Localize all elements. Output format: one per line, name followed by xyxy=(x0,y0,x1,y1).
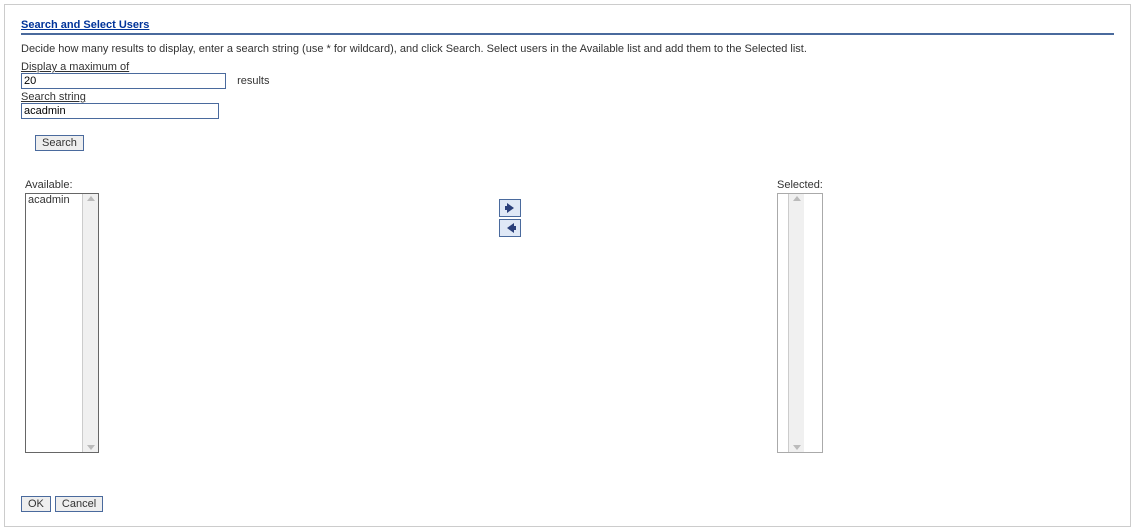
arrow-left-icon xyxy=(507,223,514,233)
scrollbar[interactable] xyxy=(82,194,98,452)
page-title: Search and Select Users xyxy=(21,19,1114,31)
cancel-button[interactable]: Cancel xyxy=(55,496,103,512)
search-button[interactable]: Search xyxy=(35,135,84,151)
search-string-label: Search string xyxy=(21,91,1114,103)
max-results-input[interactable] xyxy=(21,73,226,89)
move-right-button[interactable] xyxy=(499,199,521,217)
instructions-text: Decide how many results to display, ente… xyxy=(21,43,1114,55)
results-suffix: results xyxy=(237,75,269,87)
arrow-right-icon xyxy=(507,203,514,213)
scroll-down-icon xyxy=(793,445,801,450)
search-string-input[interactable] xyxy=(21,103,219,119)
selected-listbox[interactable] xyxy=(777,193,823,453)
scrollbar[interactable] xyxy=(788,194,804,452)
move-left-button[interactable] xyxy=(499,219,521,237)
selected-label: Selected: xyxy=(777,179,823,191)
available-listbox[interactable]: acadmin xyxy=(25,193,99,453)
available-label: Available: xyxy=(25,179,99,191)
ok-button[interactable]: OK xyxy=(21,496,51,512)
title-divider xyxy=(21,33,1114,35)
list-item[interactable]: acadmin xyxy=(26,194,82,206)
max-results-label: Display a maximum of xyxy=(21,61,1114,73)
scroll-up-icon xyxy=(87,196,95,201)
scroll-up-icon xyxy=(793,196,801,201)
scroll-down-icon xyxy=(87,445,95,450)
